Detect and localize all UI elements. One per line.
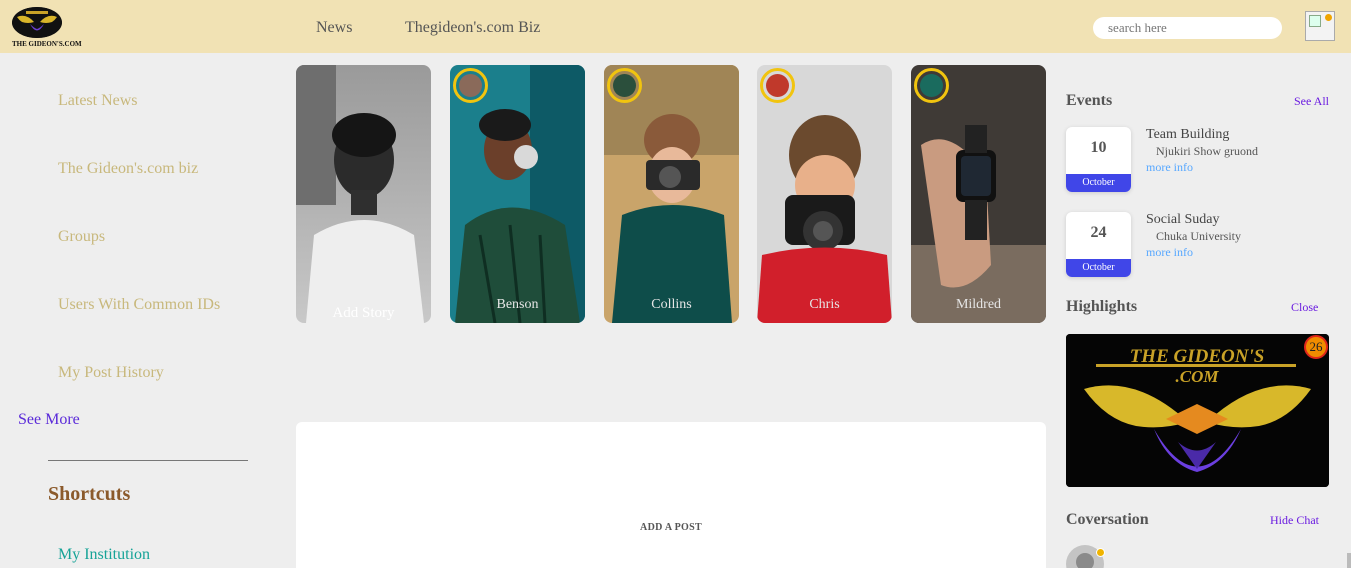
story-avatar	[914, 68, 949, 103]
banner-title-line1: THE GIDEON'S	[1130, 346, 1265, 367]
highlights-heading: Highlights	[1066, 298, 1138, 315]
story-avatar	[453, 68, 488, 103]
event-location: Chuka University	[1156, 229, 1241, 243]
event-month: October	[1066, 259, 1131, 277]
story-avatar	[760, 68, 795, 103]
story-label: Benson	[496, 297, 539, 312]
top-navbar: THE GIDEON'S.COM News Thegideon's.com Bi…	[0, 0, 1351, 53]
story-photo	[911, 65, 1046, 323]
nav-biz[interactable]: Thegideon's.com Biz	[405, 19, 540, 37]
highlight-banner[interactable]: THE GIDEON'S .COM	[1066, 334, 1329, 487]
story-card-benson[interactable]: Benson	[450, 65, 585, 323]
highlight-image: THE GIDEON'S .COM	[1066, 334, 1329, 487]
story-card-collins[interactable]: Collins	[604, 65, 739, 323]
event-date-card: 24 October	[1066, 212, 1131, 277]
logo-wings-icon	[12, 7, 62, 38]
event-location: Njukiri Show gruond	[1156, 144, 1258, 158]
events-heading: Events	[1066, 92, 1113, 109]
site-logo[interactable]	[12, 7, 62, 38]
event-month: October	[1066, 174, 1131, 192]
story-photo	[296, 65, 431, 323]
story-label: Mildred	[955, 297, 1002, 312]
sidebar-item-latest-news[interactable]: Latest News	[58, 92, 138, 110]
add-post-panel[interactable]: ADD A POST	[296, 422, 1046, 568]
highlight-count-badge: 26	[1304, 335, 1328, 359]
add-post-label: ADD A POST	[640, 522, 702, 533]
close-highlights-link[interactable]: Close	[1291, 300, 1318, 315]
see-all-events-link[interactable]: See All	[1294, 94, 1329, 109]
event-title: Team Building	[1146, 127, 1230, 142]
event-title: Social Suday	[1146, 212, 1220, 227]
nav-news[interactable]: News	[316, 19, 352, 37]
story-card-mildred[interactable]: Mildred	[911, 65, 1046, 323]
event-day: 10	[1090, 139, 1107, 156]
event-more-info-link[interactable]: more info	[1146, 160, 1193, 175]
story-label: Chris	[809, 297, 840, 312]
sidebar-item-groups[interactable]: Groups	[58, 228, 105, 246]
story-photo	[604, 65, 739, 323]
story-avatar	[607, 68, 642, 103]
scrollbar-thumb[interactable]	[1347, 553, 1351, 568]
story-card-chris[interactable]: Chris	[757, 65, 892, 323]
shortcuts-heading: Shortcuts	[48, 483, 131, 505]
event-date-card: 10 October	[1066, 127, 1131, 192]
see-more-link[interactable]: See More	[18, 411, 80, 429]
sidebar-item-post-history[interactable]: My Post History	[58, 364, 164, 382]
event-day: 24	[1090, 224, 1107, 241]
sidebar-item-biz[interactable]: The Gideon's.com biz	[58, 160, 198, 178]
online-status-dot	[1096, 548, 1105, 557]
online-status-dot	[1325, 14, 1332, 21]
hide-chat-link[interactable]: Hide Chat	[1270, 513, 1319, 528]
story-photo	[757, 65, 892, 323]
story-label: Add Story	[332, 305, 395, 321]
shortcut-my-institution[interactable]: My Institution	[58, 546, 150, 564]
banner-title-line2: .COM	[1176, 367, 1220, 386]
story-photo	[450, 65, 585, 323]
sidebar-item-common-ids[interactable]: Users With Common IDs	[58, 296, 220, 314]
story-label: Collins	[651, 297, 692, 312]
search-input[interactable]	[1093, 17, 1282, 39]
sidebar-divider	[48, 460, 248, 461]
event-more-info-link[interactable]: more info	[1146, 245, 1193, 260]
conversation-heading: Coversation	[1066, 511, 1149, 528]
logo-caption: THE GIDEON'S.COM	[12, 40, 82, 48]
broken-image-icon	[1309, 15, 1321, 27]
profile-avatar-button[interactable]	[1305, 11, 1335, 41]
story-card-add[interactable]: Add Story	[296, 65, 431, 323]
